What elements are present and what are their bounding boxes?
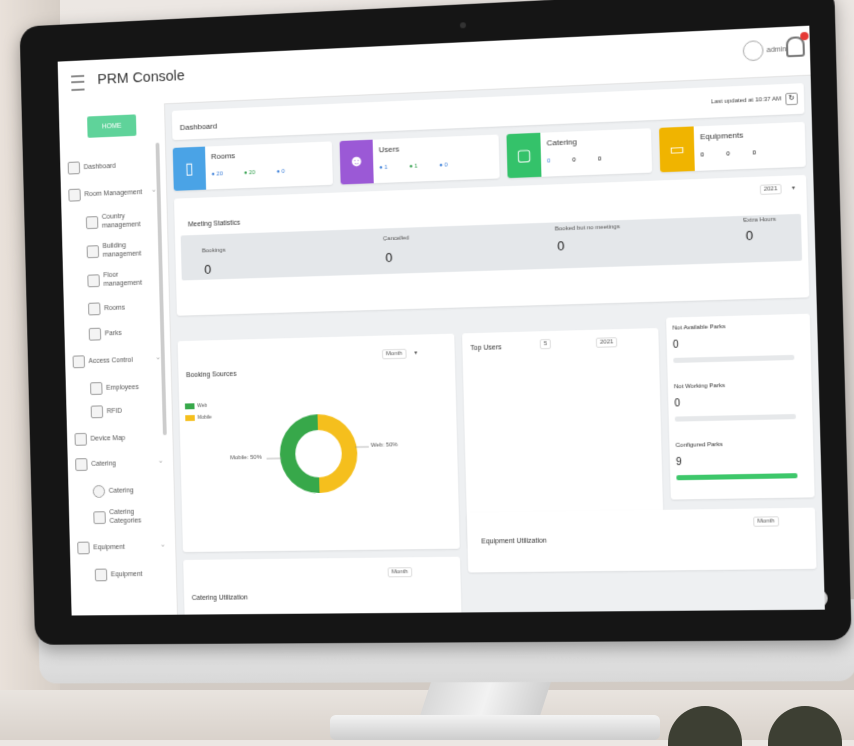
app-title: PRM Console <box>97 67 185 88</box>
equipment-utilization-card: Equipment Utilization Month <box>467 508 817 573</box>
map-icon <box>74 433 86 446</box>
booking-sources-card: Booking Sources Month ▾ Web Mobile Mobil… <box>178 334 460 553</box>
not-working-parks-value: 0 <box>674 398 680 409</box>
parks-status-card: Not Available Parks 0 Not Working Parks … <box>666 314 815 500</box>
sidebar-item-catering-group[interactable]: Catering <box>75 458 116 471</box>
users-icon <box>90 382 103 395</box>
sidebar-scrollbar[interactable] <box>156 143 167 436</box>
refresh-icon[interactable]: ↻ <box>785 93 798 106</box>
meeting-stats-band: Bookings 0 Cancelled 0 Booked but no mee… <box>181 214 802 281</box>
door-icon: ▯ <box>173 147 206 191</box>
year-select[interactable]: 2021 <box>596 337 618 348</box>
users-icon <box>91 405 104 418</box>
slice-label-web: Web: 50% <box>371 442 398 448</box>
catering-utilization-title: Catering Utilization <box>192 595 248 602</box>
donut-slice-mobile[interactable] <box>317 413 358 493</box>
menu-icon[interactable] <box>71 75 84 91</box>
sidebar-item-country[interactable]: Country management <box>86 212 144 232</box>
page-title: Dashboard <box>180 122 217 132</box>
notification-dot <box>800 32 808 41</box>
sidebar-item-employees[interactable]: Employees <box>90 381 139 395</box>
meeting-statistics-title: Meeting Statistics <box>188 220 240 229</box>
monitor-icon <box>95 569 108 582</box>
sidebar-item-rooms[interactable]: Rooms <box>88 302 125 316</box>
sidebar-item-device-map[interactable]: Device Map <box>74 432 125 446</box>
bell-icon[interactable] <box>786 36 805 57</box>
user-name: admin <box>766 46 786 54</box>
chevron-down-icon[interactable]: ⌄ <box>158 457 164 465</box>
glasses-prop <box>660 700 850 740</box>
building-icon <box>87 245 99 258</box>
not-available-parks-label: Not Available Parks <box>672 324 725 332</box>
flag-icon <box>86 216 98 229</box>
chevron-down-icon[interactable]: ⌄ <box>155 353 161 361</box>
period-select[interactable]: Month <box>388 567 412 577</box>
plate-icon <box>93 485 106 498</box>
chevron-down-icon[interactable]: ⌄ <box>151 186 157 194</box>
sidebar-item-catering[interactable]: Catering <box>93 485 134 498</box>
sidebar-item-equipment[interactable]: Equipment <box>95 568 143 581</box>
cutlery-icon <box>75 458 87 471</box>
users-icon: ☻ <box>340 140 374 185</box>
building-icon <box>68 189 80 202</box>
cancelled-value: 0 <box>385 250 392 265</box>
period-select[interactable]: 2021 <box>759 184 781 195</box>
catering-utilization-card: Catering Utilization Month <box>183 557 461 616</box>
donut-slice-web[interactable] <box>279 414 320 494</box>
extra-hours-value: 0 <box>746 228 754 243</box>
door-icon <box>89 328 101 341</box>
users-icon <box>73 355 85 368</box>
sidebar-item-access-control[interactable]: Access Control <box>73 354 133 368</box>
avatar <box>743 40 764 61</box>
configured-parks-value: 9 <box>676 457 682 468</box>
list-icon <box>93 511 106 524</box>
booked-no-meeting-value: 0 <box>557 238 565 253</box>
progress-bar <box>676 473 797 480</box>
equipment-utilization-title: Equipment Utilization <box>481 538 547 546</box>
door-icon <box>88 302 100 315</box>
sidebar-item-equipment-group[interactable]: Equipment <box>77 541 125 554</box>
sidebar: HOME Dashboard Room Management ⌄ Country… <box>59 103 178 615</box>
sidebar-item-building[interactable]: Building management <box>87 241 145 260</box>
chevron-down-icon[interactable]: ⌄ <box>160 541 166 549</box>
top-users-title: Top Users <box>470 344 501 352</box>
progress-bar <box>675 414 796 422</box>
meeting-statistics-card: 2021 ▾ Meeting Statistics Bookings 0 Can… <box>174 175 809 316</box>
home-button[interactable]: HOME <box>87 114 136 137</box>
bookings-value: 0 <box>204 262 211 277</box>
configured-parks-label: Configured Parks <box>675 442 722 449</box>
app-screen: PRM Console admin HOME Dashboard Room Ma… <box>58 26 825 616</box>
sidebar-item-catering-categories[interactable]: Catering Categories <box>93 508 151 526</box>
calendar-icon: ▢ <box>506 133 541 178</box>
monitor: PRM Console admin HOME Dashboard Room Ma… <box>20 0 854 693</box>
slice-label-mobile: Mobile: 50% <box>230 455 262 461</box>
donut-chart <box>178 334 460 553</box>
count-select[interactable]: 5 <box>540 339 552 349</box>
sidebar-item-floor[interactable]: Floor management <box>87 270 145 289</box>
camera-icon <box>460 22 466 28</box>
progress-bar <box>673 355 794 363</box>
sidebar-item-rfid[interactable]: RFID <box>91 405 123 418</box>
database-icon <box>77 542 89 555</box>
monitor-icon: ▭ <box>659 126 695 172</box>
sidebar-item-parks[interactable]: Parks <box>89 327 122 341</box>
stat-card-users[interactable]: ☻ Users ● 1● 1● 0 <box>340 134 500 184</box>
not-working-parks-label: Not Working Parks <box>674 383 725 390</box>
sidebar-item-dashboard[interactable]: Dashboard <box>68 160 116 175</box>
stat-card-catering[interactable]: ▢ Catering 000 <box>506 128 652 178</box>
floor-icon <box>87 274 99 287</box>
last-updated: Last updated at 10:37 AM <box>711 96 781 105</box>
stat-card-equipments[interactable]: ▭ Equipments 000 <box>659 122 806 172</box>
monitor-stand-base <box>330 715 660 740</box>
user-menu[interactable]: admin <box>743 39 787 61</box>
not-available-parks-value: 0 <box>673 340 679 351</box>
stat-card-rooms[interactable]: ▯ Rooms ● 20● 20● 0 <box>173 141 333 190</box>
main-content: Dashboard Last updated at 10:37 AM ↻ ▯ R… <box>172 83 820 615</box>
chevron-down-icon[interactable]: ▾ <box>789 183 799 193</box>
home-icon <box>68 161 80 174</box>
period-select[interactable]: Month <box>753 516 779 527</box>
sidebar-item-room-management[interactable]: Room Management <box>68 186 142 201</box>
